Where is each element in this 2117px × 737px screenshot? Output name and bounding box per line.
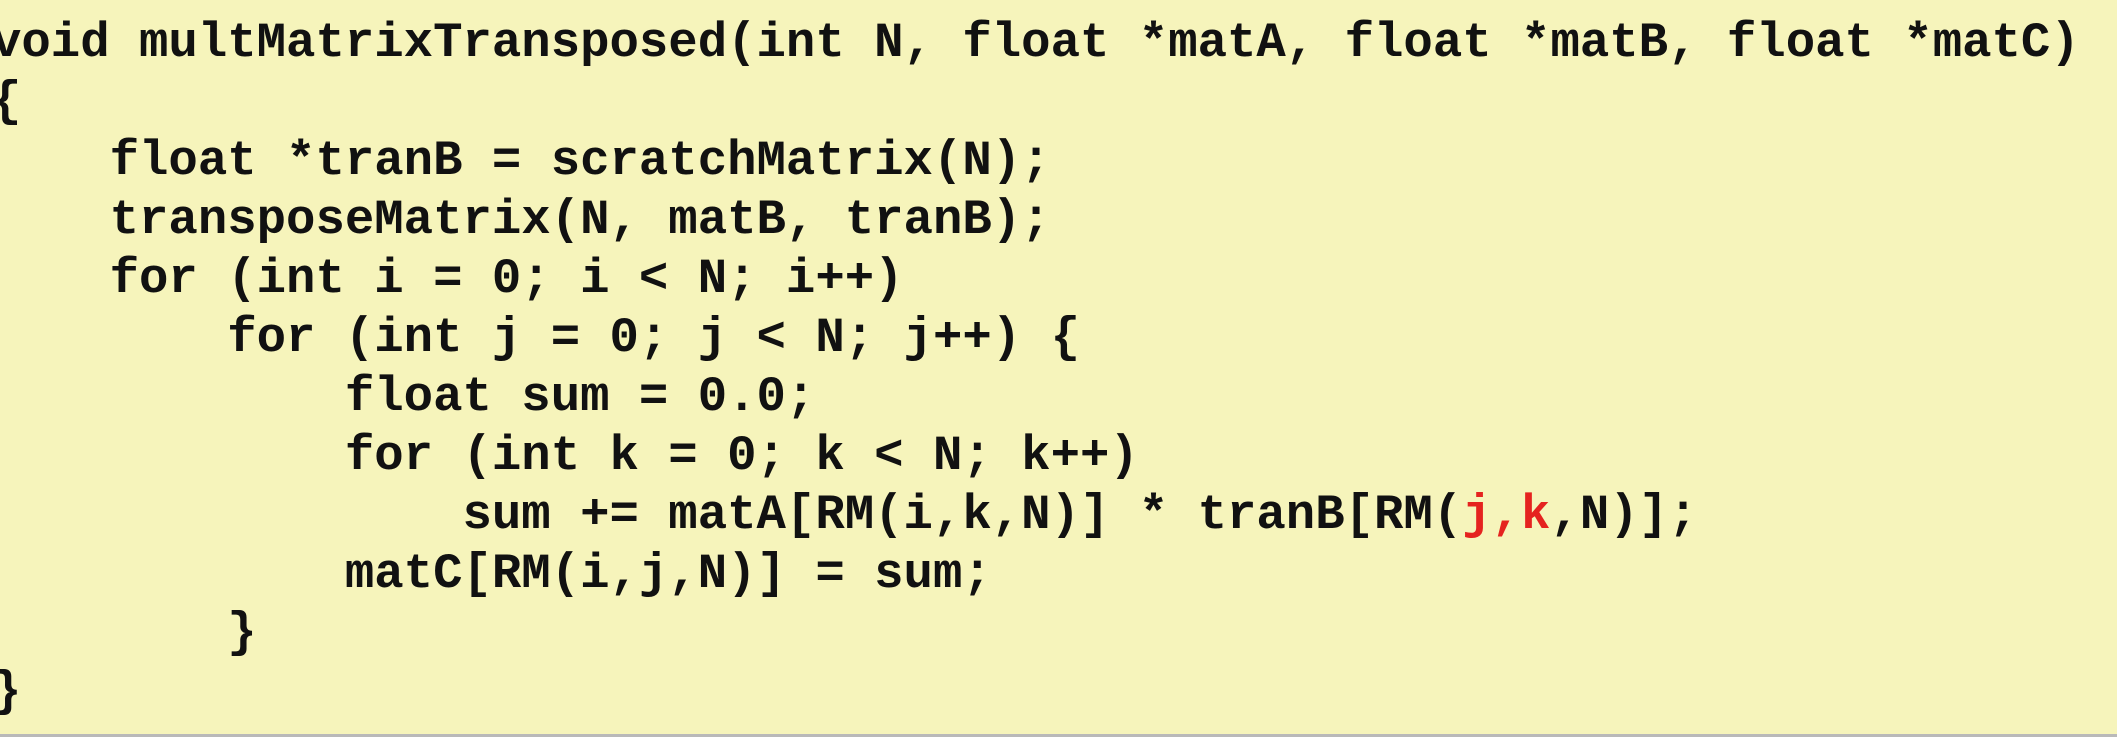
code-panel: void multMatrixTransposed(int N, float *… <box>0 0 2117 737</box>
code-line-11: } <box>0 605 257 661</box>
code-line-1: void multMatrixTransposed(int N, float *… <box>0 15 2080 71</box>
highlighted-index-args: j,k <box>1462 487 1551 543</box>
code-line-2: { <box>0 73 21 132</box>
code-line-5: for (int i = 0; i < N; i++) <box>0 251 904 307</box>
code-line-8: for (int k = 0; k < N; k++) <box>0 428 1139 484</box>
code-line-10: matC[RM(i,j,N)] = sum; <box>0 546 992 602</box>
code-line-3: float *tranB = scratchMatrix(N); <box>0 133 1051 189</box>
code-line-9: sum += matA[RM(i,k,N)] * tranB[RM(j,k,N)… <box>0 486 1698 545</box>
code-line-12: } <box>0 663 21 722</box>
code-line-9-prefix: sum += matA[RM(i,k,N)] * tranB[RM( <box>0 487 1463 543</box>
code-line-9-suffix: ,N)]; <box>1550 487 1698 543</box>
code-line-7: float sum = 0.0; <box>0 369 816 425</box>
code-line-4: transposeMatrix(N, matB, tranB); <box>0 192 1051 248</box>
code-line-6: for (int j = 0; j < N; j++) { <box>0 310 1080 366</box>
